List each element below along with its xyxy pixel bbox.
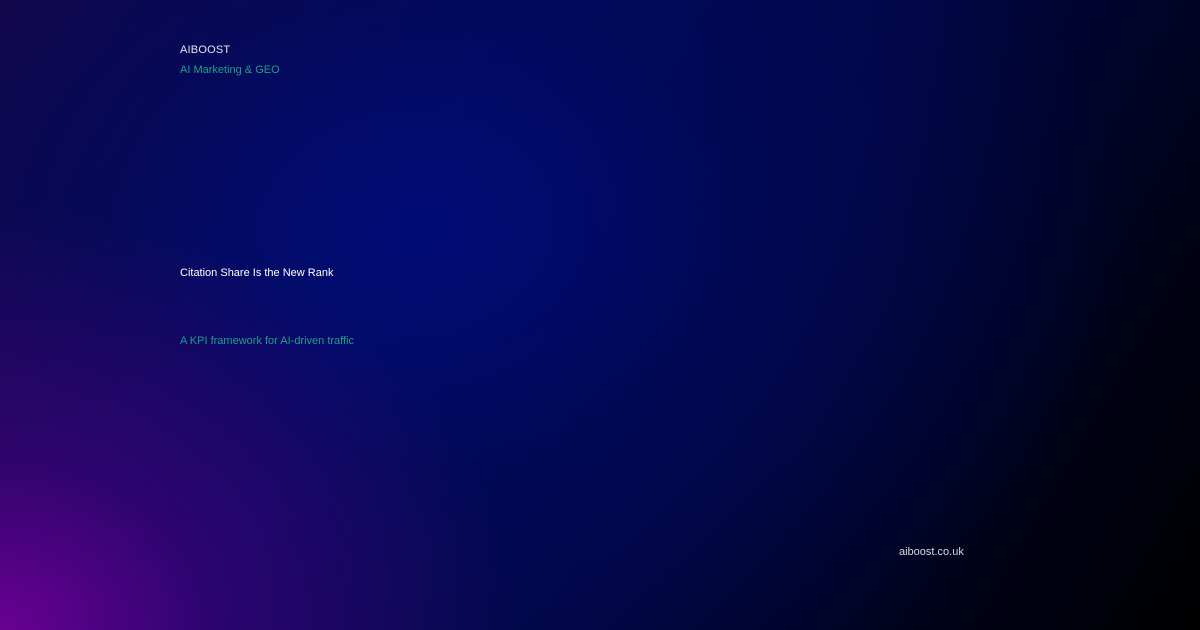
brand-name: AIBOOST: [180, 44, 231, 56]
page-title: Citation Share Is the New Rank: [180, 267, 334, 279]
brand-tagline: AI Marketing & GEO: [180, 64, 280, 76]
site-domain: aiboost.co.uk: [899, 546, 964, 558]
page-subtitle: A KPI framework for AI-driven traffic: [180, 335, 355, 347]
social-card: AIBOOST AI Marketing & GEO Citation Shar…: [0, 0, 1200, 630]
